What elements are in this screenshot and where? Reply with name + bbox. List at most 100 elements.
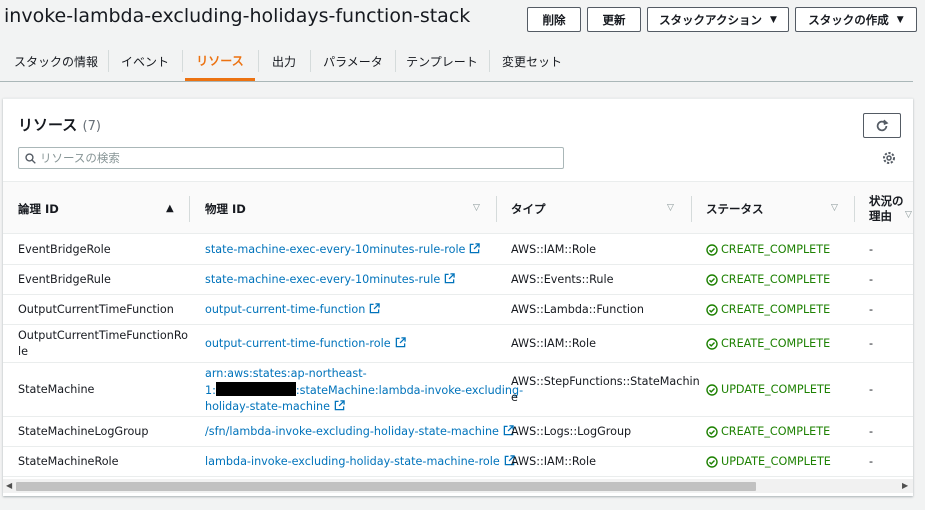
status-reason: - — [869, 455, 874, 468]
table-row: StateMachineLogGroup /sfn/lambda-invoke-… — [3, 417, 913, 447]
physical-id[interactable]: output-current-time-function-role — [205, 336, 406, 352]
stack-actions-dropdown[interactable]: スタックアクション ▼ — [647, 7, 789, 32]
status-badge: CREATE_COMPLETE — [706, 424, 830, 440]
resource-type: AWS::IAM::Role — [511, 455, 596, 468]
tab-resources[interactable]: リソース — [185, 42, 255, 81]
physical-id-link-cont[interactable]: :stateMachine:lambda-invoke-excluding- — [296, 384, 523, 397]
resources-panel: リソース (7) 論理 ID ▲ 物理 ID ▽ タイプ ▽ ステータス ▽ — [3, 98, 913, 496]
sort-icon[interactable]: ▽ — [831, 203, 838, 213]
col-status-reason-label-1: 状況の — [869, 193, 904, 208]
sort-icon[interactable]: ▽ — [905, 210, 912, 220]
tab-stack-info[interactable]: スタックの情報 — [8, 42, 104, 80]
resource-type: AWS::Events::Rule — [511, 273, 614, 286]
check-circle-icon — [706, 384, 718, 396]
tab-divider — [182, 50, 183, 72]
status-badge: CREATE_COMPLETE — [706, 302, 830, 318]
scrollbar-thumb[interactable] — [16, 482, 756, 491]
physical-id-link-end[interactable]: holiday-state-machine — [205, 400, 330, 413]
tab-divider — [108, 50, 109, 72]
col-status-reason[interactable]: 状況の 理由 — [869, 182, 909, 235]
horizontal-scrollbar[interactable]: ◀ ▶ — [3, 479, 913, 493]
check-circle-icon — [706, 274, 718, 286]
col-status-label: ステータス — [706, 201, 764, 216]
check-circle-icon — [706, 426, 718, 438]
logical-id: EventBridgeRule — [18, 273, 111, 286]
scroll-right-arrow-icon[interactable]: ▶ — [902, 481, 908, 490]
status-text: CREATE_COMPLETE — [721, 243, 831, 256]
delete-button[interactable]: 削除 — [527, 7, 581, 32]
column-divider — [189, 196, 190, 222]
external-link-icon[interactable] — [469, 243, 481, 254]
col-logical-id[interactable]: 論理 ID — [18, 182, 188, 235]
tab-change-sets[interactable]: 変更セット — [494, 42, 570, 80]
check-circle-icon — [706, 338, 718, 350]
physical-id-link[interactable]: output-current-time-function — [205, 303, 365, 316]
external-link-icon[interactable] — [334, 400, 345, 411]
caret-down-icon: ▼ — [770, 14, 777, 25]
physical-id-link-prefix[interactable]: 1: — [205, 384, 216, 397]
tab-parameters[interactable]: パラメータ — [315, 42, 391, 80]
refresh-icon — [876, 119, 889, 131]
resource-search[interactable] — [18, 147, 564, 169]
create-stack-dropdown[interactable]: スタックの作成 ▼ — [795, 7, 917, 32]
search-input[interactable] — [40, 151, 540, 165]
resource-type: AWS::IAM::Role — [511, 337, 596, 350]
status-text: CREATE_COMPLETE — [721, 425, 831, 438]
physical-id-link[interactable]: state-machine-exec-every-10minutes-rule — [205, 273, 440, 286]
redacted-account-id — [215, 382, 296, 396]
col-logical-id-label: 論理 ID — [18, 201, 59, 216]
tab-template[interactable]: テンプレート — [399, 42, 485, 80]
status-reason: - — [869, 383, 874, 396]
resource-type: AWS::Logs::LogGroup — [511, 425, 632, 438]
status-text: UPDATE_COMPLETE — [721, 455, 831, 468]
tab-events[interactable]: イベント — [112, 42, 178, 80]
search-icon — [25, 152, 36, 164]
resource-type: AWS::Lambda::Function — [511, 303, 644, 316]
table-row: OutputCurrentTimeFunctionRo le output-cur… — [3, 325, 913, 363]
physical-id[interactable]: output-current-time-function — [205, 302, 381, 318]
col-type[interactable]: タイプ — [511, 182, 681, 235]
tab-divider — [310, 50, 311, 72]
sort-icon[interactable]: ▽ — [667, 203, 674, 213]
sort-icon[interactable]: ▽ — [473, 203, 480, 213]
stack-tabs: スタックの情報 イベント リソース 出力 パラメータ テンプレート 変更セット — [0, 42, 913, 82]
gear-icon[interactable] — [881, 150, 897, 166]
resources-heading: リソース (7) — [18, 114, 101, 135]
external-link-icon[interactable] — [369, 303, 381, 314]
status-reason: - — [869, 337, 874, 350]
page-header: invoke-lambda-excluding-holidays-functio… — [0, 0, 925, 40]
sort-ascending-icon[interactable]: ▲ — [166, 203, 174, 214]
update-button[interactable]: 更新 — [587, 7, 641, 32]
create-stack-label: スタックの作成 — [808, 12, 889, 27]
check-circle-icon — [706, 456, 718, 468]
physical-id-link[interactable]: arn:aws:states:ap-northeast- — [205, 367, 367, 380]
physical-id-link[interactable]: output-current-time-function-role — [205, 337, 391, 350]
physical-id-link[interactable]: lambda-invoke-excluding-holiday-state-ma… — [205, 455, 500, 468]
physical-id[interactable]: state-machine-exec-every-10minutes-rule — [205, 272, 455, 288]
refresh-button[interactable] — [863, 113, 901, 138]
status-text: CREATE_COMPLETE — [721, 303, 831, 316]
scroll-left-arrow-icon[interactable]: ◀ — [6, 481, 12, 490]
resource-type-line-2: e — [511, 391, 518, 404]
physical-id[interactable]: /sfn/lambda-invoke-excluding-holiday-sta… — [205, 424, 514, 440]
table-row: OutputCurrentTimeFunction output-current… — [3, 295, 913, 325]
external-link-icon[interactable] — [444, 273, 455, 284]
check-circle-icon — [706, 304, 718, 316]
physical-id-link[interactable]: state-machine-exec-every-10minutes-rule-… — [205, 243, 465, 256]
tab-outputs[interactable]: 出力 — [263, 42, 305, 80]
physical-id[interactable]: lambda-invoke-excluding-holiday-state-ma… — [205, 454, 515, 470]
column-divider — [691, 196, 692, 222]
status-badge: CREATE_COMPLETE — [706, 336, 830, 352]
col-physical-id-label: 物理 ID — [205, 201, 246, 216]
tab-divider — [489, 50, 490, 72]
status-text: CREATE_COMPLETE — [721, 273, 831, 286]
external-link-icon[interactable] — [395, 337, 406, 348]
table-row: StateMachine arn:aws:states:ap-northeast… — [3, 363, 913, 417]
physical-id[interactable]: state-machine-exec-every-10minutes-rule-… — [205, 242, 481, 258]
physical-id[interactable]: arn:aws:states:ap-northeast- 1: :stateMac… — [205, 366, 523, 415]
tab-divider — [258, 50, 259, 72]
physical-id-link[interactable]: /sfn/lambda-invoke-excluding-holiday-sta… — [205, 425, 499, 438]
column-divider — [496, 196, 497, 222]
col-status[interactable]: ステータス — [706, 182, 836, 235]
col-physical-id[interactable]: 物理 ID — [205, 182, 485, 235]
